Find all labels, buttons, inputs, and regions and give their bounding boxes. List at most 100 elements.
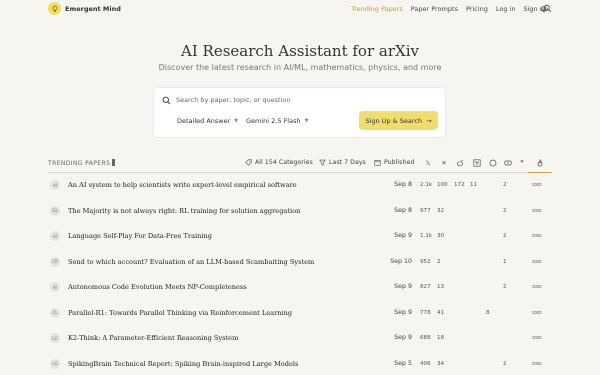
paper-title[interactable]: Language Self-Play For Data-Free Trainin… — [68, 232, 212, 240]
bookmark-icons[interactable]: ꝏꝏ — [532, 284, 542, 290]
signup-search-button[interactable]: Sign Up & Search → — [359, 111, 438, 130]
metric-yt: 2 — [503, 182, 507, 188]
bell-icon[interactable] — [539, 4, 548, 13]
flame-icon[interactable] — [536, 159, 544, 167]
search-icon — [162, 96, 171, 105]
category-avatar: AI — [50, 282, 60, 292]
category-avatar: AI — [50, 231, 60, 241]
bookmark-icons[interactable]: ꝏꝏ — [532, 259, 542, 265]
category-avatar: LG — [50, 333, 60, 343]
tag-icon — [245, 159, 252, 166]
brand-name: Emergent Mind — [65, 4, 121, 13]
model-value: Gemini 2.5 Flash — [246, 117, 301, 125]
metric-x: 952 — [420, 258, 431, 265]
metric-yt: 2 — [503, 284, 507, 290]
paper-date: Sep 8 — [394, 181, 412, 188]
paper-title[interactable]: K2-Think: A Parameter-Efficient Reasonin… — [68, 334, 238, 342]
paper-title[interactable]: SpikingBrain Technical Report: Spiking B… — [68, 360, 298, 368]
metric-ax: 13 — [437, 284, 445, 290]
bookmark-icons[interactable]: ꝏꝏ — [532, 335, 542, 341]
signup-search-label: Sign Up & Search — [365, 116, 423, 125]
metric-ax: 2 — [437, 258, 441, 265]
paper-row[interactable]: CL Parallel-R1: Towards Parallel Thinking… — [48, 305, 552, 322]
metric-ax: 100 — [437, 182, 448, 188]
bookmark-icons[interactable]: ꝏꝏ — [532, 182, 542, 188]
metric-ax: 18 — [437, 335, 445, 341]
metric-ax: 32 — [437, 207, 445, 214]
lightbulb-icon — [48, 2, 61, 15]
metric-x: 2.1k — [420, 182, 433, 188]
calendar-icon — [374, 160, 381, 166]
paper-row[interactable]: CR Send to which account? Evaluation of a… — [48, 254, 552, 271]
metric-yt: 1 — [503, 258, 507, 265]
nav-log-in[interactable]: Log in — [496, 5, 516, 13]
metric-x: 688 — [420, 335, 431, 341]
paper-date: Sep 10 — [390, 257, 412, 265]
youtube-icon[interactable] — [504, 159, 512, 167]
search-input[interactable] — [176, 93, 436, 107]
metric-ax: 30 — [437, 233, 445, 239]
sort-filter-label: Published — [384, 159, 415, 166]
metric-yt: 2 — [503, 207, 507, 214]
paper-date: Sep 9 — [394, 334, 412, 341]
period-filter[interactable]: Last 7 Days — [319, 159, 366, 166]
answer-mode-value: Detailed Answer — [177, 117, 231, 125]
category-filter-label: All 154 Categories — [255, 159, 313, 166]
metric-yt: 2 — [503, 360, 507, 367]
github-icon[interactable] — [489, 159, 497, 167]
bookmark-icons[interactable]: ꝏꝏ — [532, 233, 542, 239]
sort-filter[interactable]: Published — [374, 159, 414, 166]
paper-row[interactable]: GL The Majority is not always right: RL t… — [48, 203, 552, 220]
nav-pricing[interactable]: Pricing — [466, 5, 488, 13]
alphaxiv-icon[interactable]: ✕ — [440, 159, 448, 167]
paper-date: Sep 5 — [394, 359, 412, 367]
metric-x: 406 — [420, 360, 431, 367]
paper-row[interactable]: LG SpikingBrain Technical Report: Spiking… — [48, 356, 552, 373]
paper-date: Sep 9 — [394, 283, 412, 290]
bookmark-icons[interactable]: ꝏꝏ — [532, 361, 542, 367]
citations-icon[interactable]: ❞ — [518, 159, 526, 167]
paper-row[interactable]: AI Language Self-Play For Data-Free Train… — [48, 228, 552, 245]
nav-paper-prompts[interactable]: Paper Prompts — [411, 5, 458, 13]
search-card: Detailed Answer ▼ Gemini 2.5 Flash ▼ Sig… — [153, 87, 446, 138]
reddit-icon[interactable] — [456, 159, 464, 167]
metric-ax: 41 — [437, 309, 445, 316]
metric-ax: 34 — [437, 360, 445, 367]
section-label: TRENDING PAPERS — [48, 159, 116, 167]
category-avatar: CL — [50, 307, 60, 318]
x-icon[interactable]: 𝕏 — [424, 159, 432, 167]
paper-title[interactable]: The Majority is not always right: RL tra… — [68, 207, 300, 215]
metric-reddit: 172 — [454, 182, 465, 188]
hero-title: AI Research Assistant for arXiv — [181, 42, 419, 60]
model-dropdown[interactable]: Gemini 2.5 Flash ▼ — [246, 117, 308, 125]
metric-x: 1.1k — [420, 233, 433, 239]
brand-logo[interactable]: Emergent Mind — [48, 2, 121, 15]
metric-x: 778 — [420, 309, 431, 316]
paper-title[interactable]: Autonomous Code Evolution Meets NP-Compl… — [68, 283, 247, 291]
category-avatar: CR — [50, 256, 60, 267]
bookmark-icons[interactable]: ꝏꝏ — [532, 208, 542, 214]
paper-date: Sep 9 — [394, 232, 412, 239]
hero-subtitle: Discover the latest research in AI/ML, m… — [158, 63, 442, 72]
chevron-down-icon: ▼ — [304, 118, 309, 124]
filter-icon — [319, 159, 326, 166]
category-avatar: GL — [50, 205, 60, 216]
main-nav: Trending Papers Paper Prompts Pricing Lo… — [351, 5, 548, 13]
paper-row[interactable]: LG K2-Think: A Parameter-Efficient Reason… — [48, 330, 552, 347]
bookmark-icons[interactable]: ꝏꝏ — [532, 310, 542, 316]
metric-yt: 2 — [503, 233, 507, 239]
category-avatar: AI — [50, 180, 60, 190]
nav-trending-papers[interactable]: Trending Papers — [351, 5, 403, 13]
chevron-down-icon: ▼ — [234, 118, 239, 124]
paper-title[interactable]: Parallel-R1: Towards Parallel Thinking v… — [68, 309, 292, 317]
paper-title[interactable]: Send to which account? Evaluation of an … — [68, 258, 314, 266]
hackernews-icon[interactable] — [473, 159, 481, 167]
paper-title[interactable]: An AI system to help scientists write ex… — [68, 181, 297, 189]
metric-x: 827 — [420, 284, 431, 290]
period-filter-label: Last 7 Days — [329, 159, 366, 166]
category-filter[interactable]: All 154 Categories — [245, 159, 313, 166]
paper-row[interactable]: AI Autonomous Code Evolution Meets NP-Com… — [48, 279, 552, 296]
answer-mode-dropdown[interactable]: Detailed Answer ▼ — [177, 117, 238, 125]
paper-row[interactable]: AI An AI system to help scientists write … — [48, 177, 552, 194]
arrow-right-icon: → — [426, 116, 432, 125]
